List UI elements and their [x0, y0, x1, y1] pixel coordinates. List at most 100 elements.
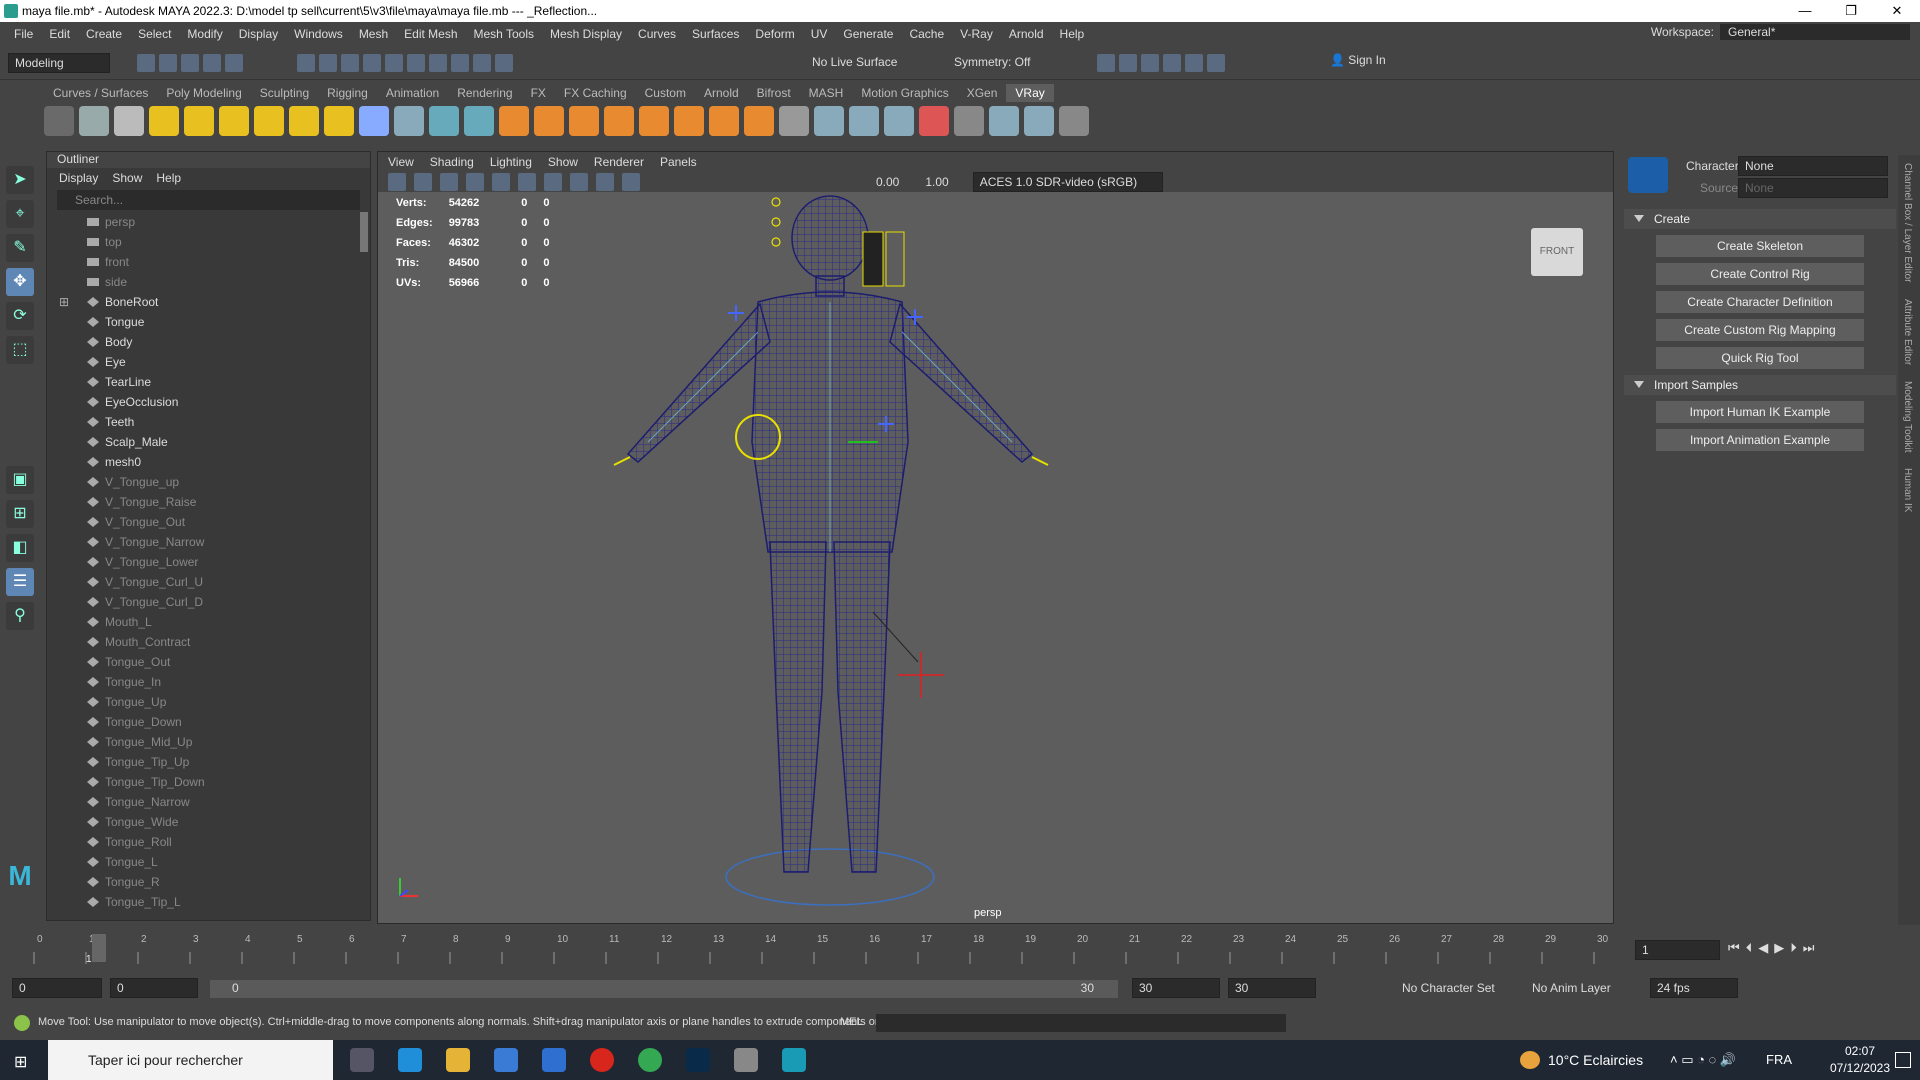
- workspace-dropdown[interactable]: General*: [1720, 24, 1910, 40]
- shelf-tool-icon[interactable]: [114, 106, 144, 136]
- create-control-rig-button[interactable]: Create Control Rig: [1656, 263, 1864, 285]
- menu-curves[interactable]: Curves: [630, 27, 684, 41]
- menu-mesh-tools[interactable]: Mesh Tools: [466, 27, 542, 41]
- outliner-item[interactable]: top: [47, 232, 370, 252]
- select-hierarchy-icon[interactable]: [297, 54, 315, 72]
- taskbar-search-input[interactable]: Taper ici pour rechercher: [48, 1040, 333, 1080]
- mel-command-input[interactable]: [876, 1014, 1286, 1032]
- shelf-tab-xgen[interactable]: XGen: [958, 84, 1007, 102]
- shelf-tab-fx-caching[interactable]: FX Caching: [555, 84, 636, 102]
- shelf-tool-icon[interactable]: [709, 106, 739, 136]
- create-custom-rig-mapping-button[interactable]: Create Custom Rig Mapping: [1656, 319, 1864, 341]
- outliner-menu-show[interactable]: Show: [112, 171, 142, 185]
- current-time-marker[interactable]: [92, 934, 106, 962]
- shelf-tool-icon[interactable]: [884, 106, 914, 136]
- shelf-tab-mash[interactable]: MASH: [800, 84, 853, 102]
- history-icon[interactable]: [473, 54, 491, 72]
- menu-display[interactable]: Display: [231, 27, 286, 41]
- render-icon[interactable]: [495, 54, 513, 72]
- outliner-item[interactable]: Tongue_Tip_Down: [47, 772, 370, 792]
- playback-end-field[interactable]: 30: [1132, 978, 1220, 998]
- shelf-tool-icon[interactable]: [219, 106, 249, 136]
- shelf-tool-icon[interactable]: [814, 106, 844, 136]
- shadows-icon[interactable]: [544, 173, 562, 191]
- viewport-menu-renderer[interactable]: Renderer: [594, 155, 644, 169]
- shelf-tool-icon[interactable]: [254, 106, 284, 136]
- outliner-item[interactable]: Tongue_Down: [47, 712, 370, 732]
- snap-surface-icon[interactable]: [451, 54, 469, 72]
- viewport-panel[interactable]: View Shading Lighting Show Renderer Panels 0.…: [377, 151, 1614, 924]
- maximize-button[interactable]: ❐: [1828, 0, 1874, 22]
- range-slider[interactable]: 0 30: [210, 980, 1118, 998]
- mail-icon[interactable]: [542, 1048, 566, 1072]
- grid-icon[interactable]: [414, 173, 432, 191]
- shelf-tab-arnold[interactable]: Arnold: [695, 84, 748, 102]
- camera-icon[interactable]: [388, 173, 406, 191]
- outliner-item[interactable]: Tongue_Up: [47, 692, 370, 712]
- select-object-icon[interactable]: [319, 54, 337, 72]
- save-scene-icon[interactable]: [181, 54, 199, 72]
- fps-dropdown[interactable]: 24 fps: [1650, 978, 1738, 998]
- opera-icon[interactable]: [590, 1048, 614, 1072]
- outliner-item[interactable]: mesh0: [47, 452, 370, 472]
- viewport-menu-shading[interactable]: Shading: [430, 155, 474, 169]
- outliner-item[interactable]: EyeOcclusion: [47, 392, 370, 412]
- shelf-tab-sculpting[interactable]: Sculpting: [251, 84, 318, 102]
- shelf-tool-icon[interactable]: [1024, 106, 1054, 136]
- outliner-item[interactable]: persp: [47, 212, 370, 232]
- viewport-menu-view[interactable]: View: [388, 155, 414, 169]
- outliner-item[interactable]: Teeth: [47, 412, 370, 432]
- viewport-menu-panels[interactable]: Panels: [660, 155, 697, 169]
- character-set-dropdown[interactable]: No Character Set: [1402, 981, 1495, 995]
- shelf-tool-icon[interactable]: [674, 106, 704, 136]
- shelf-tab-curves-surfaces[interactable]: Curves / Surfaces: [44, 84, 157, 102]
- outliner-layout-icon[interactable]: ◧: [6, 534, 34, 562]
- weather-icon[interactable]: [1520, 1051, 1540, 1069]
- outliner-item[interactable]: V_Tongue_up: [47, 472, 370, 492]
- outliner-item[interactable]: Tongue_Mid_Up: [47, 732, 370, 752]
- outliner-item[interactable]: Tongue_Wide: [47, 812, 370, 832]
- select-tool-icon[interactable]: ➤: [6, 166, 34, 194]
- snap-curve-icon[interactable]: [385, 54, 403, 72]
- menu-arnold[interactable]: Arnold: [1001, 27, 1052, 41]
- outliner-item[interactable]: ⊞ BoneRoot: [47, 292, 370, 312]
- import-animation-example-button[interactable]: Import Animation Example: [1656, 429, 1864, 451]
- edge-icon[interactable]: [398, 1048, 422, 1072]
- textured-icon[interactable]: [492, 173, 510, 191]
- anim-end-field[interactable]: 30: [1228, 978, 1316, 998]
- shelf-tool-icon[interactable]: [849, 106, 879, 136]
- xray-icon[interactable]: [570, 173, 588, 191]
- outliner-item[interactable]: Mouth_L: [47, 612, 370, 632]
- menu-cache[interactable]: Cache: [901, 27, 952, 41]
- shelf-tab-rendering[interactable]: Rendering: [448, 84, 521, 102]
- playback-start-field[interactable]: 0: [110, 978, 198, 998]
- outliner-item[interactable]: Tongue_Roll: [47, 832, 370, 852]
- outliner-item[interactable]: Eye: [47, 352, 370, 372]
- search-icon[interactable]: ⚲: [6, 602, 34, 630]
- file-explorer-icon[interactable]: [446, 1048, 470, 1072]
- menu-v-ray[interactable]: V-Ray: [952, 27, 1001, 41]
- viewport-menu-lighting[interactable]: Lighting: [490, 155, 532, 169]
- shelf-tool-icon[interactable]: [184, 106, 214, 136]
- outliner-item[interactable]: V_Tongue_Curl_D: [47, 592, 370, 612]
- outliner-item[interactable]: Tongue: [47, 312, 370, 332]
- menu-edit-mesh[interactable]: Edit Mesh: [396, 27, 465, 41]
- snap-point-icon[interactable]: [407, 54, 425, 72]
- outliner-menu-help[interactable]: Help: [156, 171, 181, 185]
- source-dropdown[interactable]: None: [1738, 178, 1888, 198]
- menu-modify[interactable]: Modify: [179, 27, 230, 41]
- shelf-tab-fx[interactable]: FX: [522, 84, 555, 102]
- outliner-item[interactable]: Mouth_Contract: [47, 632, 370, 652]
- shelf-tab-animation[interactable]: Animation: [377, 84, 448, 102]
- shelf-tab-vray[interactable]: VRay: [1006, 84, 1054, 102]
- view-cube[interactable]: FRONT: [1531, 228, 1583, 276]
- shelf-tool-icon[interactable]: [79, 106, 109, 136]
- shelf-tool-icon[interactable]: [639, 106, 669, 136]
- exposure-value[interactable]: 0.00: [876, 175, 899, 189]
- menu-mesh-display[interactable]: Mesh Display: [542, 27, 630, 41]
- lights-icon[interactable]: [518, 173, 536, 191]
- snap-plane-icon[interactable]: [429, 54, 447, 72]
- chrome-icon[interactable]: [638, 1048, 662, 1072]
- notification-icon[interactable]: [1895, 1052, 1911, 1068]
- hud-icon[interactable]: [622, 173, 640, 191]
